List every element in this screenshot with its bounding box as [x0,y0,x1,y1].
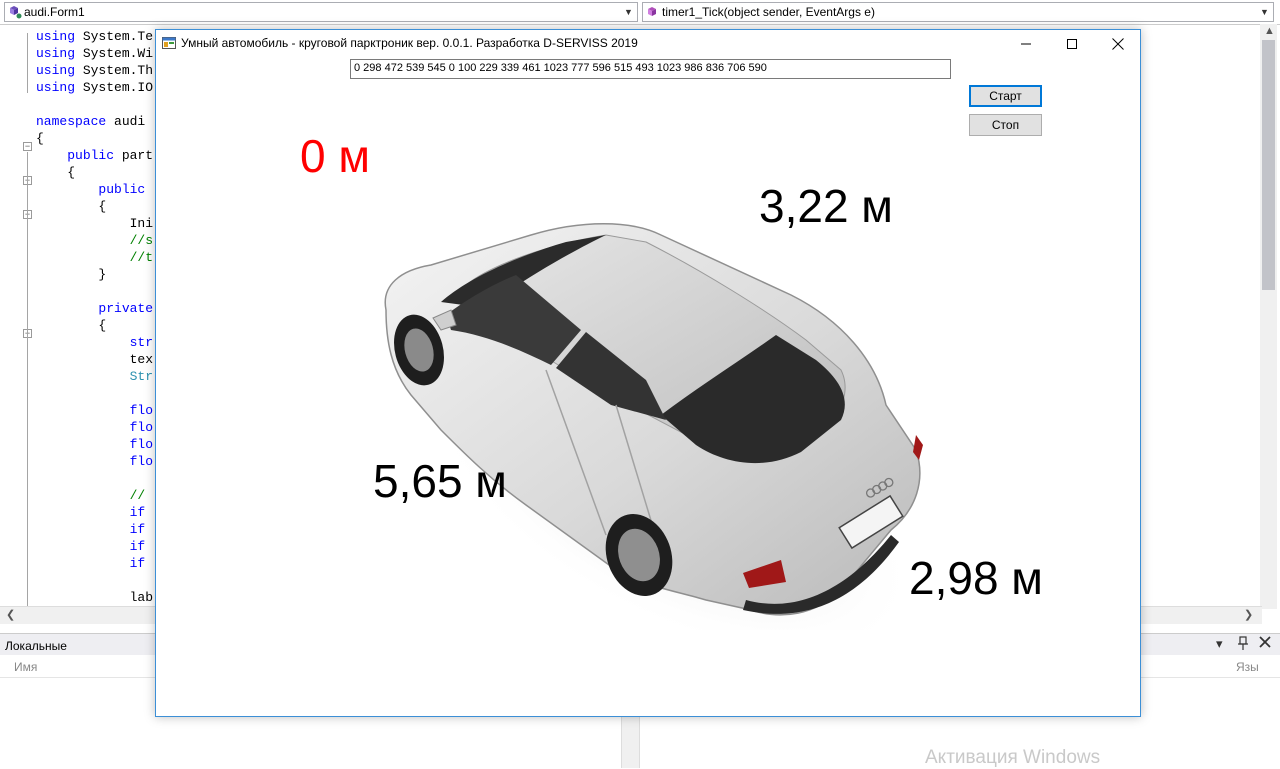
car-image [384,223,923,630]
code-line: str [129,335,154,350]
close-button[interactable] [1095,30,1141,57]
code-line: using System.IO [36,80,154,95]
close-panel-icon[interactable] [1259,636,1271,651]
distance-rear-left: 5,65 м [373,455,507,507]
scrollbar-thumb[interactable] [1262,40,1275,290]
code-line: using System.Wi [36,46,154,61]
code-line: using System.Th [36,63,154,78]
code-line: Str [129,369,154,384]
scroll-left-icon[interactable]: ❮ [6,608,15,621]
fold-guide [27,33,28,93]
window-title: Умный автомобиль - круговой парктроник в… [181,36,638,50]
class-icon [8,5,22,19]
window-titlebar[interactable]: Умный автомобиль - круговой парктроник в… [156,30,1140,57]
locals-panel-title: Локальные [5,639,67,653]
code-line: if [129,505,146,520]
distance-front-right: 3,22 м [759,180,893,232]
code-line: public [98,182,146,197]
sensor-data-textbox[interactable]: 0 298 472 539 545 0 100 229 339 461 1023… [350,59,951,79]
activation-watermark: Активация Windows [925,747,1101,768]
code-line: flo [129,403,154,418]
fold-toggle-icon[interactable]: − [23,142,32,151]
code-text: using System.Te using System.Wi using Syst… [36,28,153,606]
distance-rear-right-clip: 2,98 м [909,555,1043,615]
code-line: if [129,522,146,537]
class-selector-combo[interactable]: audi.Form1 ▼ [4,2,638,22]
method-icon [646,5,660,19]
start-button[interactable]: Старт [969,85,1042,107]
editor-margin [0,25,20,628]
parktronic-window: Умный автомобиль - круговой парктроник в… [155,29,1141,717]
code-line: // [129,488,154,503]
column-lang-header[interactable]: Язы [1236,660,1259,674]
code-line: { [36,165,76,180]
code-line: Ini [36,216,154,231]
app-icon [162,36,176,50]
code-line: public part [67,148,154,163]
code-line: { [36,199,107,214]
code-line: namespace audi [36,114,146,129]
maximize-icon [1067,38,1077,49]
chevron-down-icon[interactable]: ▼ [1255,3,1273,21]
member-selector-combo[interactable]: timer1_Tick(object sender, EventArgs e) … [642,2,1274,22]
code-line: lab [36,590,154,605]
stop-button[interactable]: Стоп [969,114,1042,136]
code-line: } [36,267,107,282]
code-line: { [36,131,44,146]
scroll-up-icon[interactable]: ▲ [1264,25,1275,37]
code-line: if [129,556,146,571]
panel-splitter[interactable] [621,716,640,768]
code-line: flo [129,437,154,452]
minimize-button[interactable] [1003,30,1049,57]
panel-dropdown-icon[interactable]: ▾ [1216,636,1223,652]
class-selector-text: audi.Form1 [24,5,85,19]
code-line: flo [129,454,154,469]
fold-guide [27,152,28,622]
code-line: tex [36,352,154,367]
code-line: { [36,318,107,333]
distance-front-left: 0 м [300,130,370,182]
close-icon [1112,37,1124,50]
vertical-scrollbar[interactable]: ▲ [1260,24,1277,609]
pin-icon[interactable] [1238,636,1248,653]
distance-rear-right: 2,98 м [909,555,1043,604]
code-line: using System.Te [36,29,154,44]
code-line: //t [129,250,154,265]
minimize-icon [1021,43,1031,44]
code-line: private [98,301,154,316]
scroll-right-icon[interactable]: ❯ [1244,608,1253,621]
maximize-button[interactable] [1049,30,1095,57]
chevron-down-icon[interactable]: ▼ [619,3,637,21]
code-line: //s [129,233,154,248]
member-selector-text: timer1_Tick(object sender, EventArgs e) [662,5,875,19]
code-line: flo [129,420,154,435]
column-name-header[interactable]: Имя [14,660,37,674]
code-line: if [129,539,146,554]
